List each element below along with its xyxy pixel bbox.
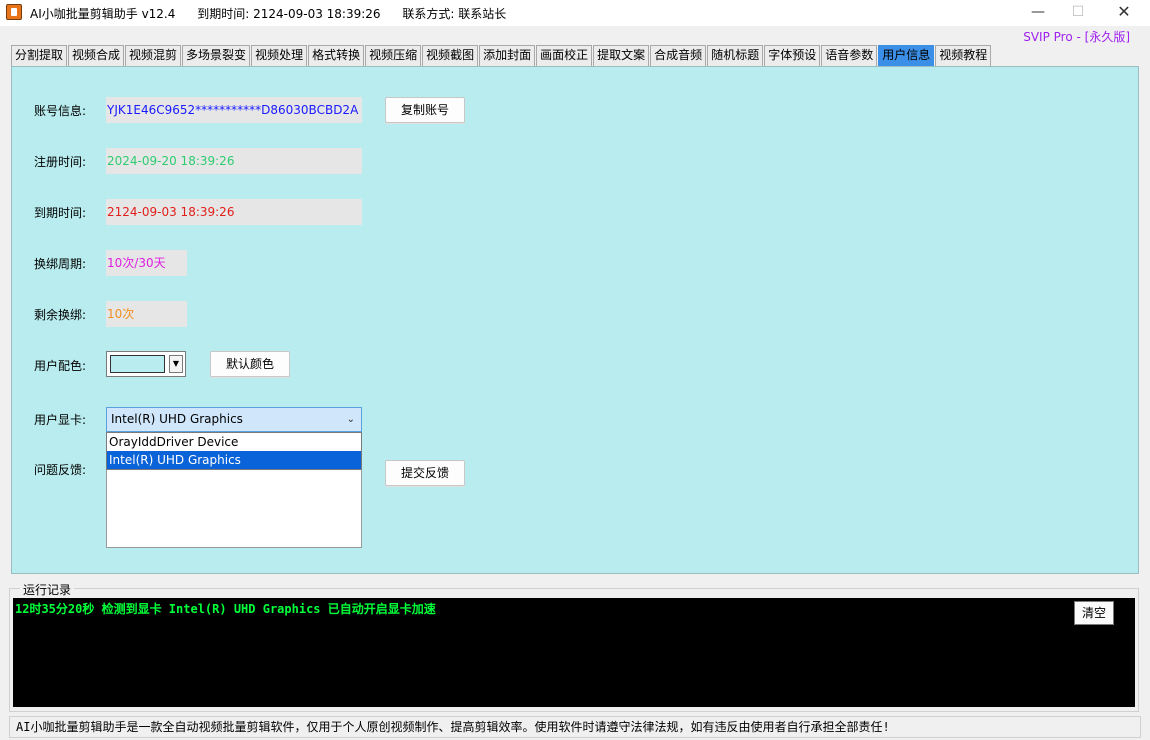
status-bar: AI小咖批量剪辑助手是一款全自动视频批量剪辑软件，仅用于个人原创视频制作、提高剪…: [9, 716, 1141, 738]
gpu-option[interactable]: OrayIddDriver Device: [107, 433, 361, 451]
tab-font-preset[interactable]: 字体预设: [764, 45, 821, 66]
tab-add-cover[interactable]: 添加封面: [479, 45, 536, 66]
tab-split-extract[interactable]: 分割提取: [11, 45, 68, 66]
rebind-left-value: 10次: [106, 301, 187, 327]
user-color-label: 用户配色:: [34, 359, 87, 373]
tab-video-process[interactable]: 视频处理: [251, 45, 308, 66]
gpu-dropdown-list: OrayIddDriver Device Intel(R) UHD Graphi…: [106, 432, 362, 470]
register-time-value: 2024-09-20 18:39:26: [106, 148, 362, 174]
tab-video-mix[interactable]: 视频混剪: [125, 45, 182, 66]
tab-format-convert[interactable]: 格式转换: [308, 45, 365, 66]
gpu-select[interactable]: Intel(R) UHD Graphics ⌄: [106, 407, 362, 432]
tab-video-compress[interactable]: 视频压缩: [365, 45, 422, 66]
user-info-panel: 账号信息: YJK1E46C9652***********D86030BCBD2…: [11, 66, 1139, 574]
chevron-down-icon: ⌄: [346, 414, 355, 425]
app-title: AI小咖批量剪辑助手 v12.4: [30, 7, 176, 21]
title-expire-label: 到期时间:: [197, 7, 250, 21]
title-bar: AI小咖批量剪辑助手 v12.4 到期时间: 2124-09-03 18:39:…: [0, 0, 1150, 26]
gpu-option-selected[interactable]: Intel(R) UHD Graphics: [107, 451, 361, 469]
tab-bar: 分割提取 视频合成 视频混剪 多场景裂变 视频处理 格式转换 视频压缩 视频截图…: [11, 45, 992, 67]
color-swatch: [110, 355, 165, 373]
tab-video-tutorial[interactable]: 视频教程: [935, 45, 992, 66]
tab-voice-params[interactable]: 语音参数: [821, 45, 878, 66]
tab-video-screenshot[interactable]: 视频截图: [422, 45, 479, 66]
gpu-selected-value: Intel(R) UHD Graphics: [111, 412, 243, 426]
gpu-label: 用户显卡:: [34, 413, 87, 427]
rebind-left-label: 剩余换绑:: [34, 308, 87, 322]
register-time-label: 注册时间:: [34, 155, 87, 169]
window-title: AI小咖批量剪辑助手 v12.4 到期时间: 2124-09-03 18:39:…: [30, 5, 506, 22]
tab-user-info[interactable]: 用户信息: [878, 45, 935, 66]
feedback-label: 问题反馈:: [34, 463, 87, 477]
maximize-icon[interactable]: ☐: [1058, 2, 1098, 24]
close-icon[interactable]: ✕: [1104, 2, 1144, 24]
feedback-input[interactable]: [106, 462, 362, 548]
rebind-cycle-value: 10次/30天: [106, 250, 187, 276]
edition-label: SVIP Pro - [永久版]: [1023, 30, 1130, 44]
tab-random-title[interactable]: 随机标题: [707, 45, 764, 66]
tab-compose-audio[interactable]: 合成音频: [650, 45, 707, 66]
title-expire-value: 2124-09-03 18:39:26: [253, 7, 381, 21]
title-contact-value: 联系站长: [458, 7, 507, 21]
submit-feedback-button[interactable]: 提交反馈: [385, 460, 465, 486]
log-line: 12时35分20秒 检测到显卡 Intel(R) UHD Graphics 已自…: [15, 602, 436, 616]
copy-account-button[interactable]: 复制账号: [385, 97, 465, 123]
default-color-button[interactable]: 默认颜色: [210, 351, 290, 377]
rebind-cycle-label: 换绑周期:: [34, 257, 87, 271]
app-logo-icon: [6, 4, 22, 20]
expire-time-value: 2124-09-03 18:39:26: [106, 199, 362, 225]
color-picker[interactable]: ▼: [106, 351, 186, 377]
account-label: 账号信息:: [34, 104, 87, 118]
log-output[interactable]: 12时35分20秒 检测到显卡 Intel(R) UHD Graphics 已自…: [13, 598, 1135, 707]
account-value: YJK1E46C9652***********D86030BCBD2A: [106, 97, 362, 123]
expire-time-label: 到期时间:: [34, 206, 87, 220]
title-contact-label: 联系方式:: [402, 7, 455, 21]
dropdown-arrow-icon[interactable]: ▼: [169, 355, 183, 373]
minimize-icon[interactable]: —: [1018, 2, 1058, 24]
tab-frame-correct[interactable]: 画面校正: [536, 45, 593, 66]
tab-extract-text[interactable]: 提取文案: [593, 45, 650, 66]
log-legend: 运行记录: [20, 581, 75, 598]
clear-log-button[interactable]: 清空: [1074, 601, 1114, 625]
tab-multi-scene[interactable]: 多场景裂变: [182, 45, 251, 66]
tab-video-compose[interactable]: 视频合成: [68, 45, 125, 66]
